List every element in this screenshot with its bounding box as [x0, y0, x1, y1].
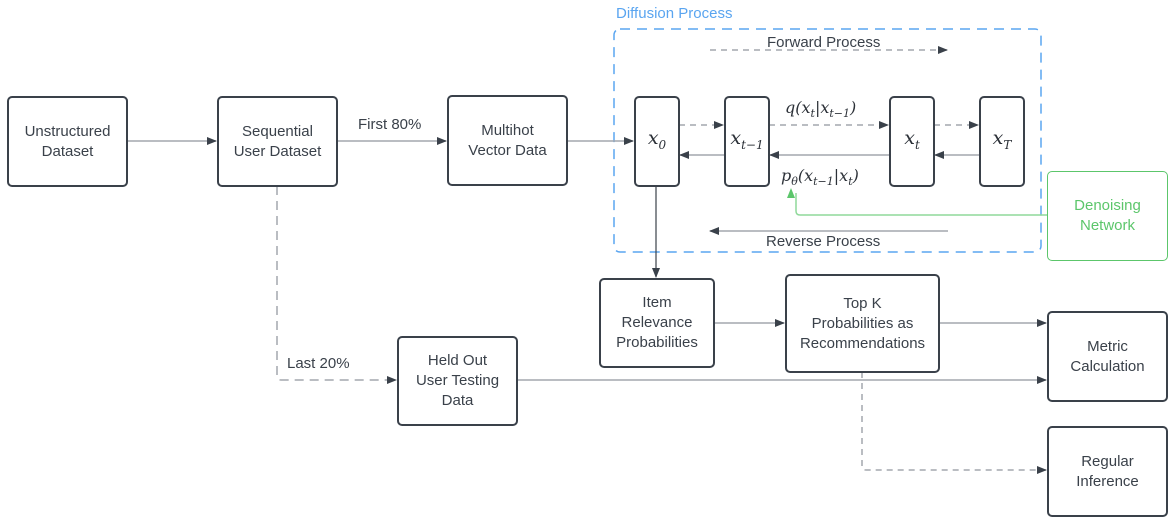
node-label: Item Relevance Probabilities [616, 294, 698, 351]
formula-part: |x [814, 98, 830, 117]
formula-sub: t−1 [813, 175, 834, 189]
node-x-t[interactable]: xt [889, 96, 935, 187]
node-label: Sequential User Dataset [233, 122, 322, 160]
edge-label-first-80: First 80% [358, 116, 422, 133]
node-top-k-recommendations[interactable]: Top K Probabilities as Recommendations [785, 274, 940, 373]
state-sub: t [914, 137, 920, 152]
node-multihot-vector-data[interactable]: Multihot Vector Data [447, 95, 568, 186]
state-base: x [904, 127, 915, 150]
state-label: x0 [648, 128, 666, 155]
state-label: xt−1 [730, 128, 763, 155]
formula-sub: θ [791, 175, 798, 189]
node-x0[interactable]: x0 [634, 96, 680, 187]
formula-sub: t−1 [829, 107, 850, 121]
node-denoising-network[interactable]: Denoising Network [1047, 171, 1168, 261]
forward-transition-formula: q(xt|xt−1) [785, 98, 856, 120]
edge-topk-regular [861, 372, 1047, 474]
formula-part: ) [850, 98, 857, 117]
connector-layer [127, 28, 1047, 474]
edge-label-last-20: Last 20% [287, 355, 350, 372]
formula-part: |x [833, 166, 849, 185]
node-unstructured-dataset[interactable]: Unstructured Dataset [7, 96, 128, 187]
node-label: Top K Probabilities as Recommendations [799, 294, 926, 352]
node-x-t-minus-1[interactable]: xt−1 [724, 96, 770, 187]
formula-part: p [781, 166, 792, 185]
state-sub: T [1003, 137, 1012, 152]
reverse-process-label: Reverse Process [766, 233, 881, 250]
state-base: x [647, 127, 659, 150]
node-held-out-user-testing-data[interactable]: Held Out User Testing Data [397, 336, 518, 426]
node-x-T[interactable]: xT [979, 96, 1025, 187]
state-base: x [730, 127, 742, 150]
node-label: Regular Inference [1076, 452, 1139, 490]
formula-part: q(x [785, 98, 811, 117]
node-sequential-user-dataset[interactable]: Sequential User Dataset [217, 96, 338, 187]
formula-part: (x [797, 166, 814, 185]
edge-denoising-p [787, 188, 1047, 216]
node-item-relevance-probabilities[interactable]: Item Relevance Probabilities [599, 278, 715, 368]
node-label: Denoising Network [1074, 197, 1141, 234]
forward-process-label: Forward Process [767, 34, 881, 51]
node-metric-calculation[interactable]: Metric Calculation [1047, 311, 1168, 402]
formula-part: ) [852, 166, 859, 185]
node-label: Unstructured Dataset [24, 122, 111, 160]
state-label: xT [993, 128, 1012, 155]
edge-sequential-heldout [276, 186, 397, 384]
state-sub: t−1 [741, 137, 764, 152]
state-base: x [992, 127, 1004, 150]
node-label: Held Out User Testing Data [415, 352, 500, 409]
state-label: xt [904, 128, 920, 155]
node-label: Metric Calculation [1070, 337, 1145, 375]
node-label: Multihot Vector Data [468, 121, 547, 159]
node-regular-inference[interactable]: Regular Inference [1047, 426, 1168, 517]
reverse-transition-formula: pθ(xt−1|xt) [781, 166, 859, 188]
state-sub: 0 [658, 137, 667, 152]
diffusion-group-title: Diffusion Process [616, 5, 733, 22]
